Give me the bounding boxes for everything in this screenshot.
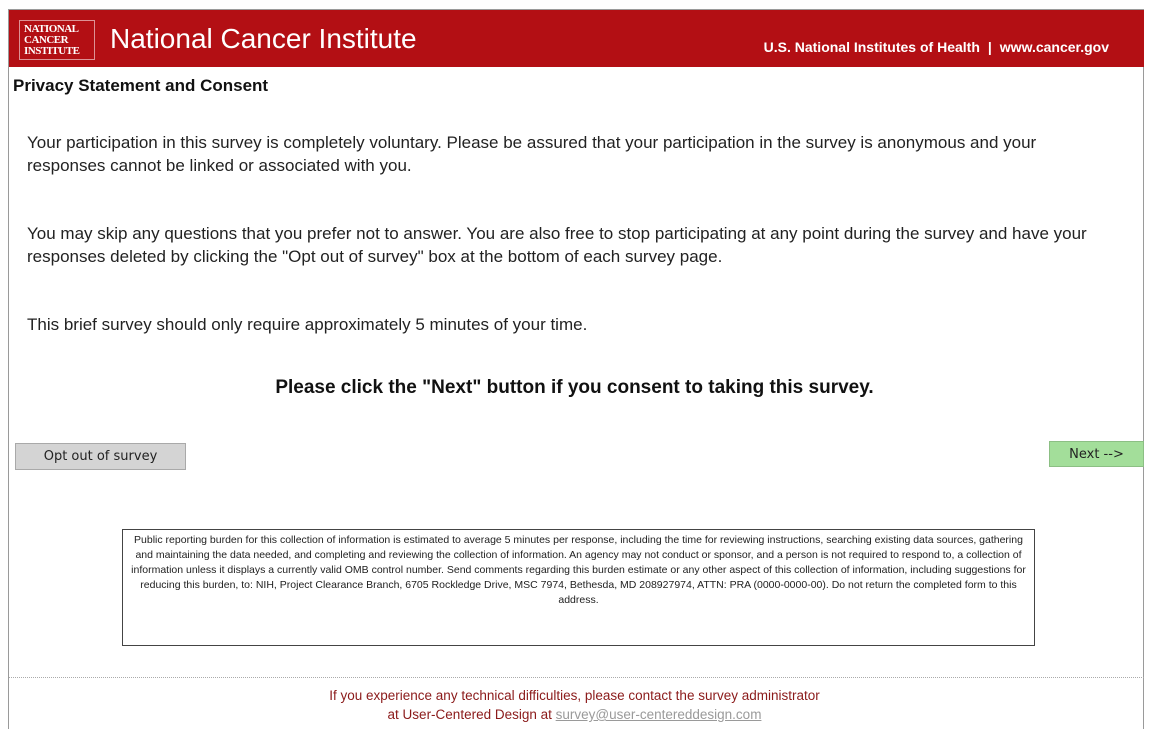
skip-paragraph: You may skip any questions that you pref… [27,224,1087,266]
footer-line-2: at User-Centered Design at survey@user-c… [0,705,1149,724]
footer-prefix: at User-Centered Design at [387,707,552,722]
page-title: Privacy Statement and Consent [13,76,269,95]
institute-name: National Cancer Institute [110,23,417,54]
admin-email-link[interactable]: survey@user-centereddesign.com [556,707,762,722]
logo-line: INSTITUTE [24,45,80,57]
next-button[interactable]: Next --> [1049,441,1144,467]
nih-link[interactable]: U.S. National Institutes of Health [764,39,980,55]
duration-paragraph: This brief survey should only require ap… [27,315,588,334]
header-banner: NATIONAL CANCER INSTITUTE National Cance… [9,10,1144,67]
footer-line-1: If you experience any technical difficul… [329,688,820,703]
cancer-gov-link[interactable]: www.cancer.gov [1000,39,1109,55]
header-links: U.S. National Institutes of Health | www.c… [764,39,1109,55]
link-separator: | [987,39,992,55]
opt-out-button[interactable]: Opt out of survey [15,443,186,470]
privacy-paragraph: Your participation in this survey is com… [27,133,1037,175]
burden-statement: Public reporting burden for this collect… [122,529,1035,646]
footer: If you experience any technical difficul… [0,686,1149,724]
consent-instruction: Please click the "Next" button if you co… [275,377,874,398]
nci-logo: NATIONAL CANCER INSTITUTE [19,20,95,60]
footer-divider [9,677,1144,678]
